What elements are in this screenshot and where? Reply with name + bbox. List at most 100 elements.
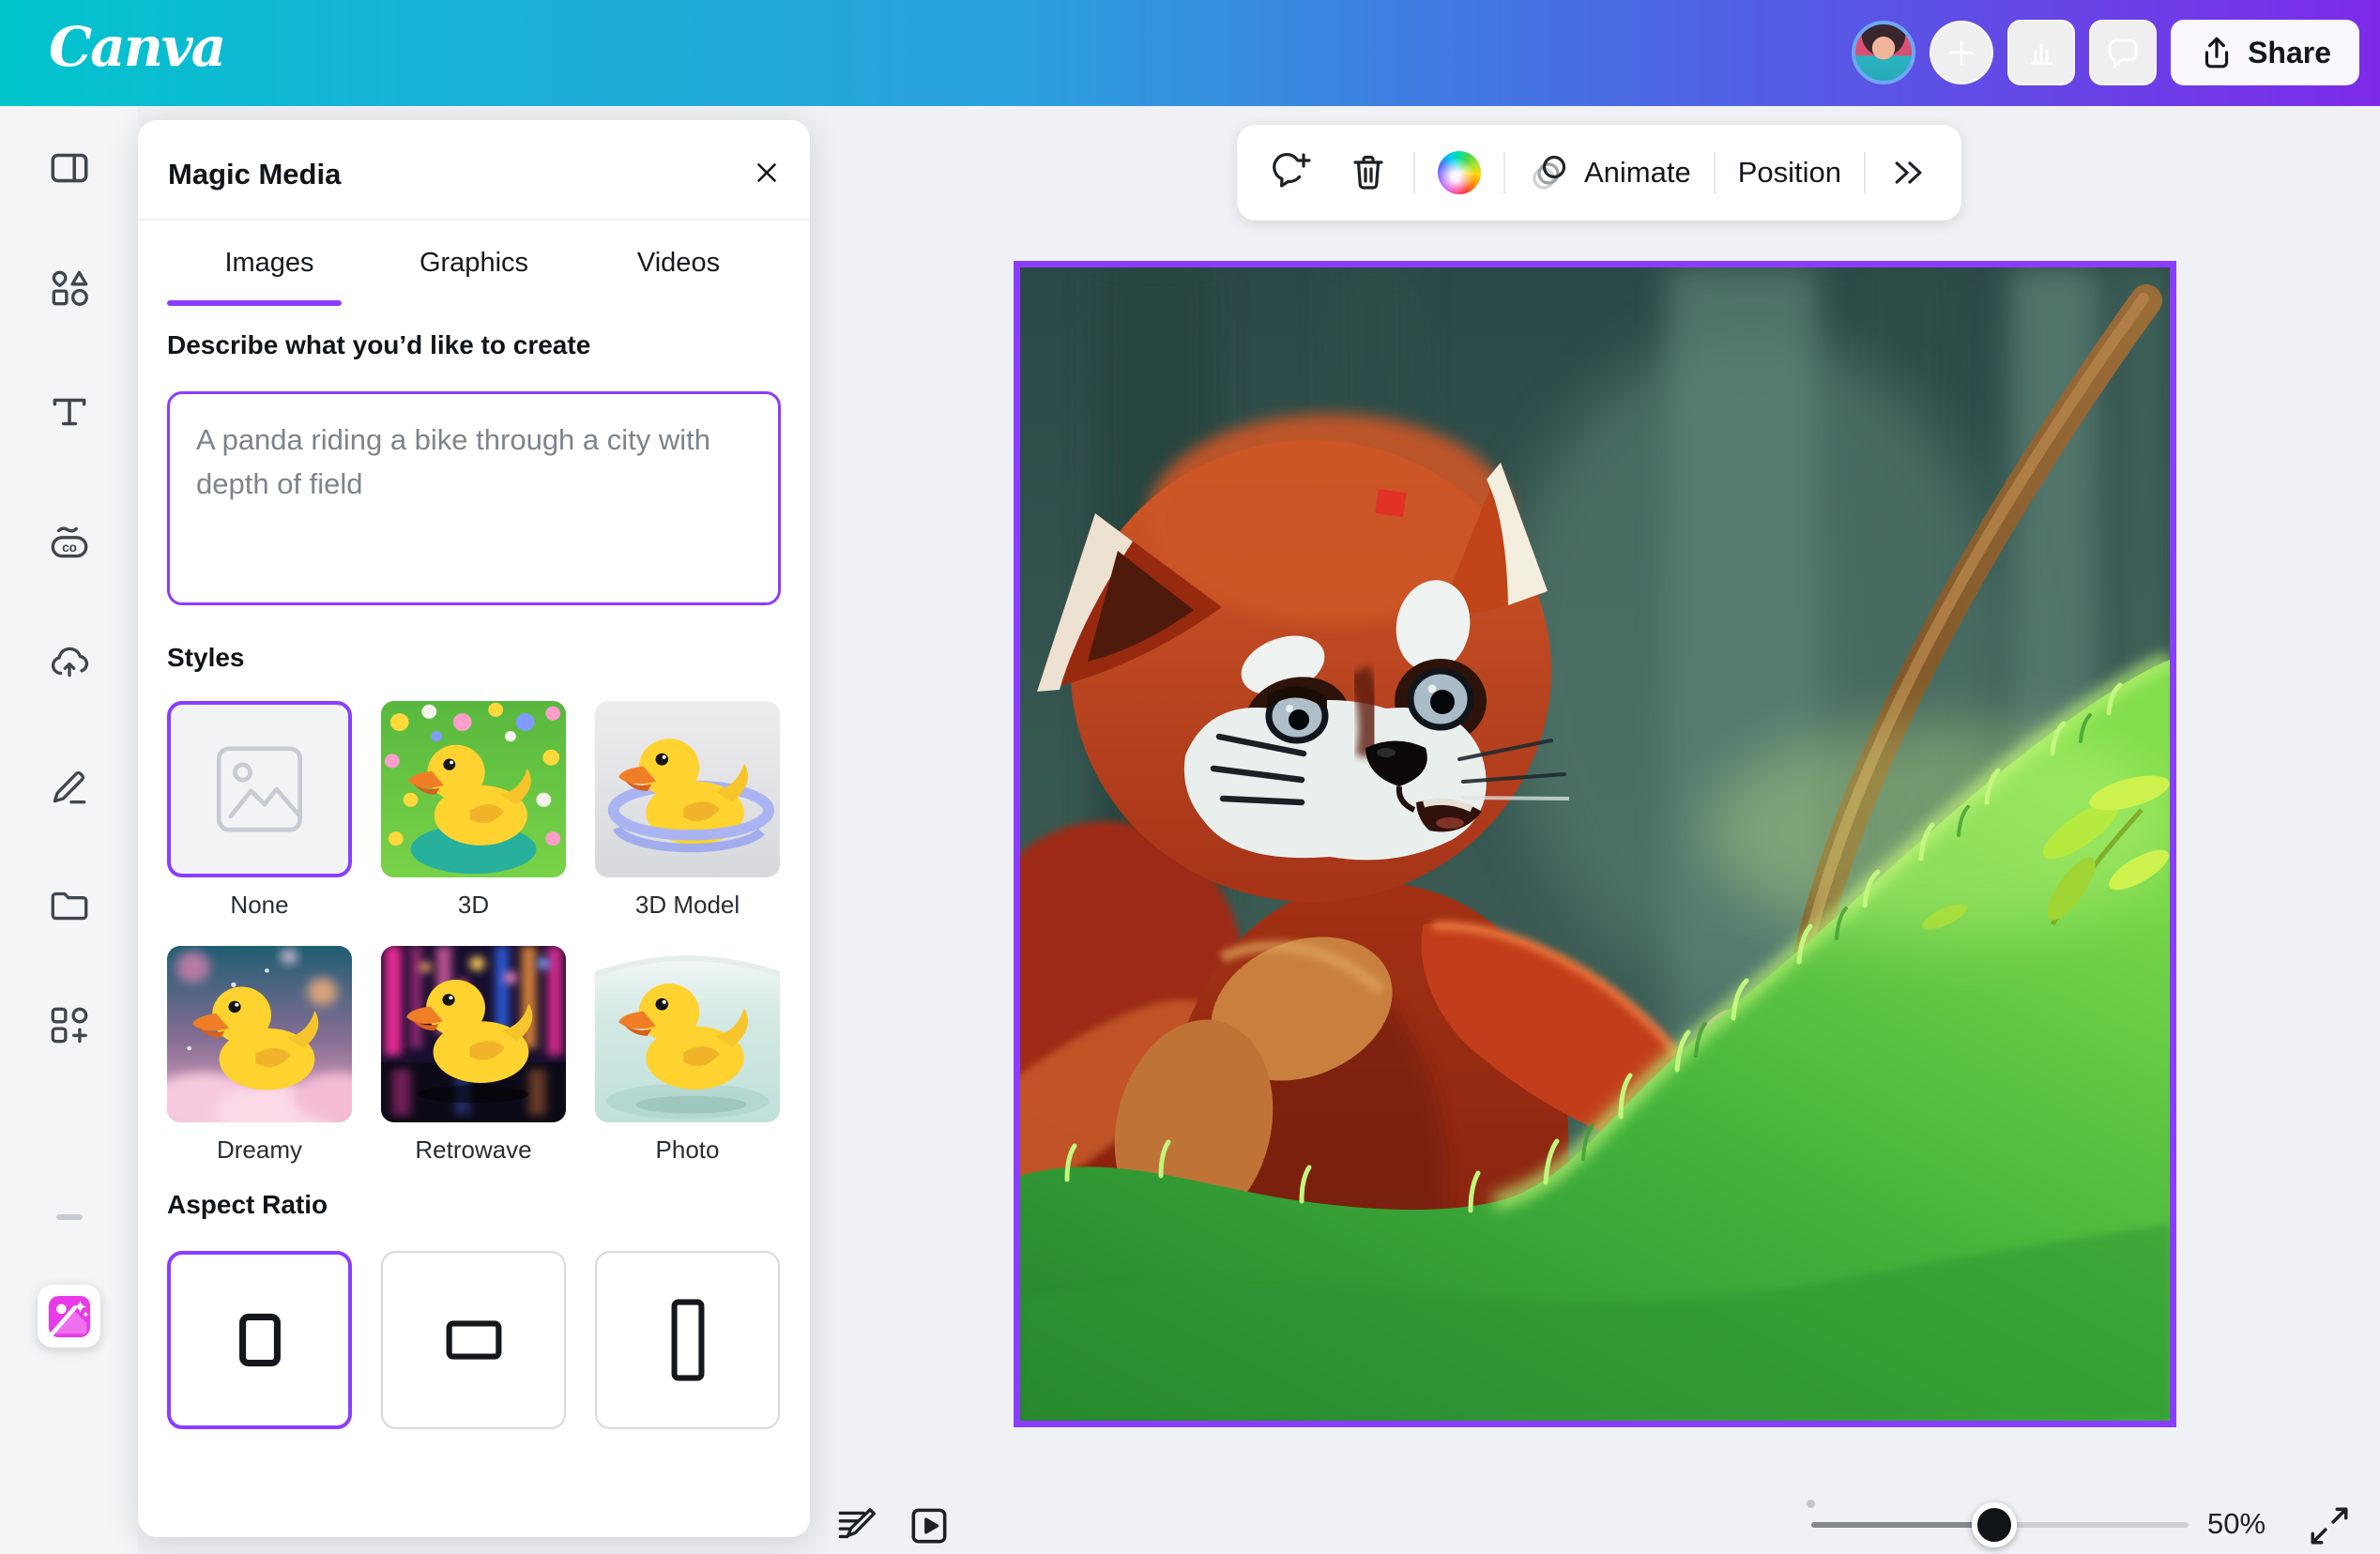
svg-text:co: co [62,541,77,555]
tab-graphics[interactable]: Graphics [372,233,576,295]
panel-title: Magic Media [168,158,341,191]
notes-button[interactable] [831,1500,883,1552]
sidebar-item-uploads[interactable] [0,616,138,709]
style-option-retrowave[interactable]: Retrowave [381,946,566,1165]
canva-logo[interactable]: Canva [49,15,224,79]
insights-icon [2021,33,2061,72]
fullscreen-button[interactable] [2303,1500,2356,1552]
style-label: Photo [595,1135,780,1165]
style-label: None [167,891,352,920]
aspect-option-landscape[interactable] [381,1251,566,1429]
aspect-option-portrait[interactable] [595,1251,780,1429]
zoom-min-marker [1807,1500,1815,1508]
comment-add-icon [1269,150,1314,195]
style-label: Dreamy [167,1135,352,1165]
element-toolbar: Animate Position [1237,125,1961,221]
notes-icon [833,1502,880,1549]
prompt-input[interactable] [167,391,781,605]
sidebar-item-apps[interactable] [0,979,138,1073]
sidebar-item-brand[interactable]: co [0,495,138,589]
sidebar-item-text[interactable] [0,365,138,459]
comment-button[interactable] [1259,145,1323,201]
zoom-percent[interactable]: 50% [2207,1507,2266,1541]
style-thumb-3d-model [595,701,780,877]
zoom-slider-thumb[interactable] [1972,1502,2017,1547]
describe-label: Describe what you’d like to create [167,330,590,360]
position-button[interactable]: Position [1729,145,1851,201]
animate-label: Animate [1584,156,1691,190]
style-option-3d[interactable]: 3D [381,701,566,920]
square-ratio-icon [225,1300,295,1380]
image-placeholder-icon [171,705,348,874]
styles-label: Styles [167,643,245,673]
panel-divider [138,219,810,221]
magic-media-icon [48,1295,91,1338]
animate-button[interactable]: Animate [1518,145,1701,201]
projects-icon [46,882,93,929]
red-panda-artwork [1020,267,2170,1421]
uploads-icon [46,639,93,686]
present-icon [906,1502,953,1549]
top-bar: Canva Share [0,0,2380,106]
style-option-none[interactable]: None [167,701,352,920]
sidebar-item-design[interactable] [0,121,138,215]
style-label: 3D Model [595,891,780,920]
toolbar-divider [1714,152,1716,193]
close-panel-button[interactable] [744,150,789,195]
toolbar-divider [1864,152,1866,193]
tab-videos[interactable]: Videos [576,233,781,295]
aspect-option-square[interactable] [167,1251,352,1429]
share-label: Share [2248,36,2331,70]
apps-icon [46,1002,93,1049]
position-label: Position [1738,156,1841,190]
trash-icon [1346,150,1391,195]
color-button[interactable] [1428,145,1490,201]
draw-icon [46,762,93,809]
animate-icon [1528,150,1573,195]
landscape-ratio-icon [435,1312,512,1368]
style-label: Retrowave [381,1135,566,1165]
style-thumb-dreamy [167,946,352,1122]
close-icon [751,157,783,189]
color-wheel-icon [1438,151,1481,194]
style-thumb-none [167,701,352,877]
sidebar-item-elements[interactable] [0,241,138,335]
comments-button[interactable] [2089,20,2157,85]
elements-icon [46,265,93,312]
brand-icon: co [46,519,93,566]
expand-icon [2306,1502,2353,1549]
share-button[interactable]: Share [2171,20,2359,85]
share-upload-icon [2199,35,2235,70]
text-icon [46,388,93,435]
sidebar-item-magic-media[interactable] [38,1285,100,1348]
toolbar-divider [1413,152,1415,193]
sidebar-item-draw[interactable] [0,739,138,832]
present-button[interactable] [903,1500,955,1552]
double-chevron-icon [1888,152,1930,193]
style-option-3d-model[interactable]: 3D Model [595,701,780,920]
delete-button[interactable] [1336,145,1400,201]
sidebar-divider [56,1214,83,1220]
design-icon [46,145,93,191]
magic-media-panel: Magic Media Images Graphics Videos Descr… [138,120,810,1537]
portrait-ratio-icon [664,1291,712,1389]
more-tools-button[interactable] [1879,145,1939,201]
sidebar-item-projects[interactable] [0,859,138,952]
style-thumb-3d [381,701,566,877]
insights-button[interactable] [2007,20,2075,85]
avatar[interactable] [1852,21,1915,84]
canvas-image[interactable] [1014,261,2176,1427]
add-member-button[interactable] [1930,21,1993,84]
tab-images[interactable]: Images [167,233,372,295]
style-option-dreamy[interactable]: Dreamy [167,946,352,1165]
top-bar-controls: Share [1852,20,2359,85]
active-tab-underline [167,300,342,306]
sidebar: co [0,106,138,1554]
styles-grid: None 3D [167,701,781,1165]
zoom-slider-fill [1811,1522,1994,1528]
add-icon [1943,34,1980,71]
comments-icon [2103,33,2143,72]
toolbar-divider [1503,152,1505,193]
style-thumb-photo [595,946,780,1122]
style-option-photo[interactable]: Photo [595,946,780,1165]
